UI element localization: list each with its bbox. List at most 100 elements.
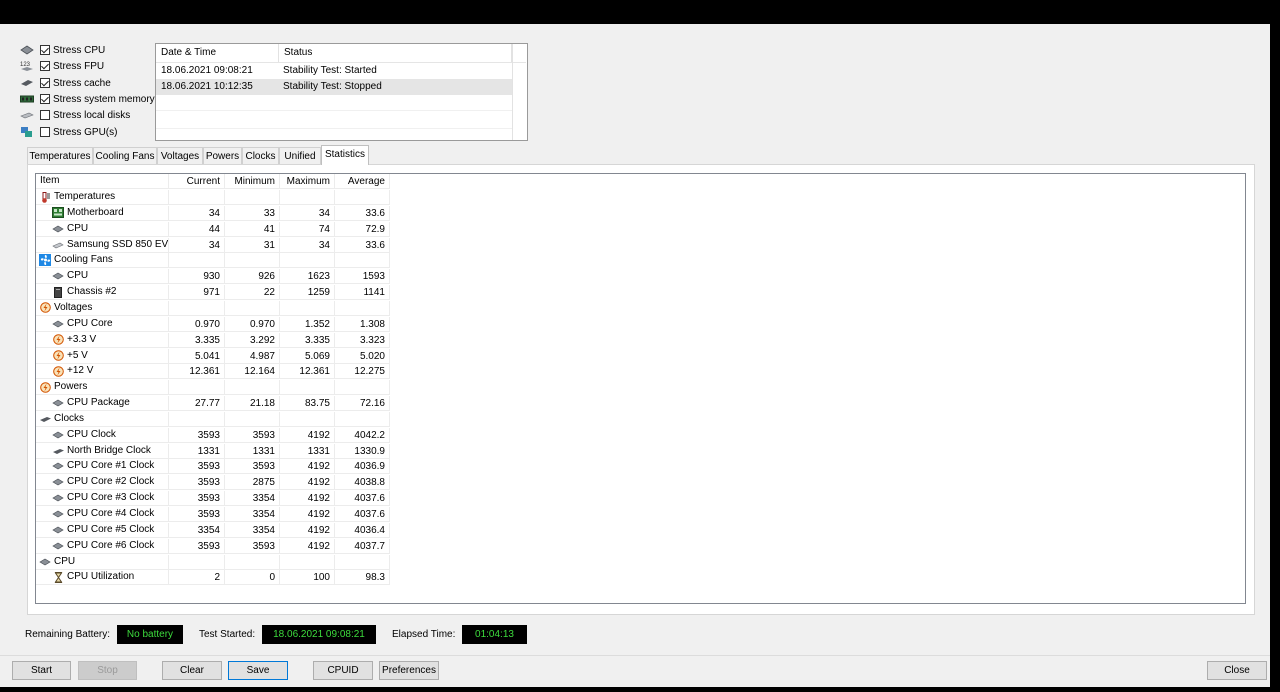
- item-cell: CPU: [36, 221, 169, 237]
- tab-unified[interactable]: Unified: [279, 147, 321, 164]
- cpuid-button[interactable]: CPUID: [313, 661, 373, 680]
- cpu-chip-icon: [52, 461, 64, 472]
- sensor-row[interactable]: +12 V 12.361 12.164 12.361 12.275: [36, 364, 391, 380]
- stress-fpu-option[interactable]: 123 Stress FPU: [20, 58, 104, 74]
- sensor-row[interactable]: CPU Clock 3593 3593 4192 4042.2: [36, 427, 391, 444]
- stress-cache-checkbox[interactable]: [40, 78, 50, 88]
- sensor-row[interactable]: +5 V 5.041 4.987 5.069 5.020: [36, 348, 391, 365]
- average-cell: [335, 411, 390, 427]
- sensor-row[interactable]: CPU Core #1 Clock 3593 3593 4192 4036.9: [36, 459, 391, 475]
- item-label: Powers: [54, 381, 88, 393]
- stress-gpu-checkbox[interactable]: [40, 127, 50, 137]
- cpu-chip-icon: [52, 398, 64, 409]
- header-minimum[interactable]: Minimum: [225, 174, 280, 189]
- log-header-datetime[interactable]: Date & Time: [156, 44, 279, 62]
- average-cell: [335, 253, 390, 269]
- sensor-row[interactable]: CPU 930 926 1623 1593: [36, 269, 391, 285]
- maximum-cell: 4192: [280, 491, 335, 507]
- maximum-cell: 34: [280, 205, 335, 221]
- sensor-row[interactable]: CPU Core 0.970 0.970 1.352 1.308: [36, 316, 391, 333]
- header-average[interactable]: Average: [335, 174, 390, 189]
- sensor-row[interactable]: CPU Package 27.77 21.18 83.75 72.16: [36, 396, 391, 412]
- stress-disks-checkbox[interactable]: [40, 110, 50, 120]
- start-button[interactable]: Start: [12, 661, 71, 680]
- stress-gpu-label: Stress GPU(s): [53, 126, 118, 138]
- thermometer-icon: [39, 191, 51, 203]
- sensor-row[interactable]: CPU Core #2 Clock 3593 2875 4192 4038.8: [36, 475, 391, 491]
- stress-cpu-label: Stress CPU: [53, 44, 106, 56]
- maximum-cell: 4192: [280, 459, 335, 475]
- group-row[interactable]: Voltages: [36, 300, 391, 317]
- tab-voltages[interactable]: Voltages: [157, 147, 203, 164]
- current-cell: 5.041: [169, 348, 225, 364]
- stress-cpu-option[interactable]: Stress CPU: [20, 42, 105, 58]
- tab-temperatures[interactable]: Temperatures: [27, 147, 93, 164]
- sensor-row[interactable]: CPU Core #4 Clock 3593 3354 4192 4037.6: [36, 507, 391, 523]
- group-row[interactable]: CPU: [36, 554, 391, 571]
- item-cell: Samsung SSD 850 EV...: [36, 237, 169, 253]
- current-cell: [169, 411, 225, 427]
- cpu-chip-icon: [52, 540, 64, 551]
- item-cell: CPU Core #1 Clock: [36, 459, 169, 475]
- group-row[interactable]: Cooling Fans: [36, 253, 391, 269]
- average-cell: 4038.8: [335, 475, 390, 491]
- maximum-cell: 1259: [280, 285, 335, 301]
- log-row[interactable]: 18.06.2021 09:08:21 Stability Test: Star…: [156, 63, 512, 79]
- group-row[interactable]: Powers: [36, 380, 391, 396]
- stress-cpu-checkbox[interactable]: [40, 45, 50, 55]
- clear-button[interactable]: Clear: [162, 661, 222, 680]
- log-row-line: [156, 110, 512, 111]
- header-current[interactable]: Current: [169, 174, 225, 189]
- tab-cooling-fans[interactable]: Cooling Fans: [93, 147, 157, 164]
- sensor-row[interactable]: CPU Utilization 2 0 100 98.3: [36, 570, 391, 586]
- tab-powers[interactable]: Powers: [203, 147, 242, 164]
- tab-clocks[interactable]: Clocks: [242, 147, 279, 164]
- stress-fpu-checkbox[interactable]: [40, 61, 50, 71]
- stress-cache-option[interactable]: Stress cache: [20, 75, 111, 91]
- item-label: Chassis #2: [67, 286, 117, 298]
- minimum-cell: [225, 380, 280, 396]
- gpu-card-icon: [20, 126, 34, 138]
- stress-gpu-option[interactable]: Stress GPU(s): [20, 124, 117, 140]
- item-label: Clocks: [54, 412, 85, 424]
- header-item[interactable]: Item: [36, 174, 169, 189]
- header-maximum[interactable]: Maximum: [280, 174, 335, 189]
- sensor-row[interactable]: Samsung SSD 850 EV... 34 31 34 33.6: [36, 237, 391, 254]
- current-cell: 3593: [169, 427, 225, 443]
- tab-statistics[interactable]: Statistics: [321, 145, 369, 165]
- stress-memory-checkbox[interactable]: [40, 94, 50, 104]
- item-label: Samsung SSD 850 EV...: [67, 238, 169, 250]
- svg-text:123: 123: [20, 62, 31, 68]
- sensor-row[interactable]: CPU Core #3 Clock 3593 3354 4192 4037.6: [36, 491, 391, 507]
- stop-button[interactable]: Stop: [78, 661, 137, 680]
- sensor-row[interactable]: CPU 44 41 74 72.9: [36, 221, 391, 238]
- cpu-chip-icon: [52, 509, 64, 520]
- sensor-row[interactable]: North Bridge Clock 1331 1331 1331 1330.9: [36, 443, 391, 460]
- sensor-row[interactable]: Chassis #2 971 22 1259 1141: [36, 285, 391, 301]
- current-cell: 971: [169, 285, 225, 301]
- stress-disks-option[interactable]: Stress local disks: [20, 107, 130, 123]
- sensor-row[interactable]: Motherboard 34 33 34 33.6: [36, 205, 391, 222]
- log-header-status[interactable]: Status: [279, 44, 512, 62]
- test-log-table[interactable]: Date & Time Status 18.06.2021 09:08:21 S…: [155, 43, 528, 141]
- log-row-selected[interactable]: 18.06.2021 10:12:35 Stability Test: Stop…: [156, 79, 512, 95]
- sensor-row[interactable]: CPU Core #5 Clock 3354 3354 4192 4036.4: [36, 522, 391, 539]
- minimum-cell: 22: [225, 285, 280, 301]
- close-button[interactable]: Close: [1207, 661, 1267, 680]
- maximum-cell: 74: [280, 221, 335, 237]
- sensor-row[interactable]: CPU Core #6 Clock 3593 3593 4192 4037.7: [36, 538, 391, 555]
- group-row[interactable]: Temperatures: [36, 190, 391, 206]
- average-cell: 72.9: [335, 221, 390, 237]
- save-button[interactable]: Save: [228, 661, 288, 680]
- group-row[interactable]: Clocks: [36, 411, 391, 428]
- current-cell: [169, 380, 225, 396]
- clock-chip-icon: [52, 445, 64, 456]
- statistics-grid[interactable]: Item Current Minimum Maximum Average Tem…: [35, 173, 1246, 604]
- fpu-123-icon: 123: [20, 60, 34, 72]
- preferences-button[interactable]: Preferences: [379, 661, 439, 680]
- stress-memory-option[interactable]: Stress system memory: [20, 91, 155, 107]
- log-status: Stability Test: Started: [283, 65, 377, 76]
- maximum-cell: 4192: [280, 522, 335, 538]
- sensor-row[interactable]: +3.3 V 3.335 3.292 3.335 3.323: [36, 332, 391, 349]
- minimum-cell: 21.18: [225, 396, 280, 412]
